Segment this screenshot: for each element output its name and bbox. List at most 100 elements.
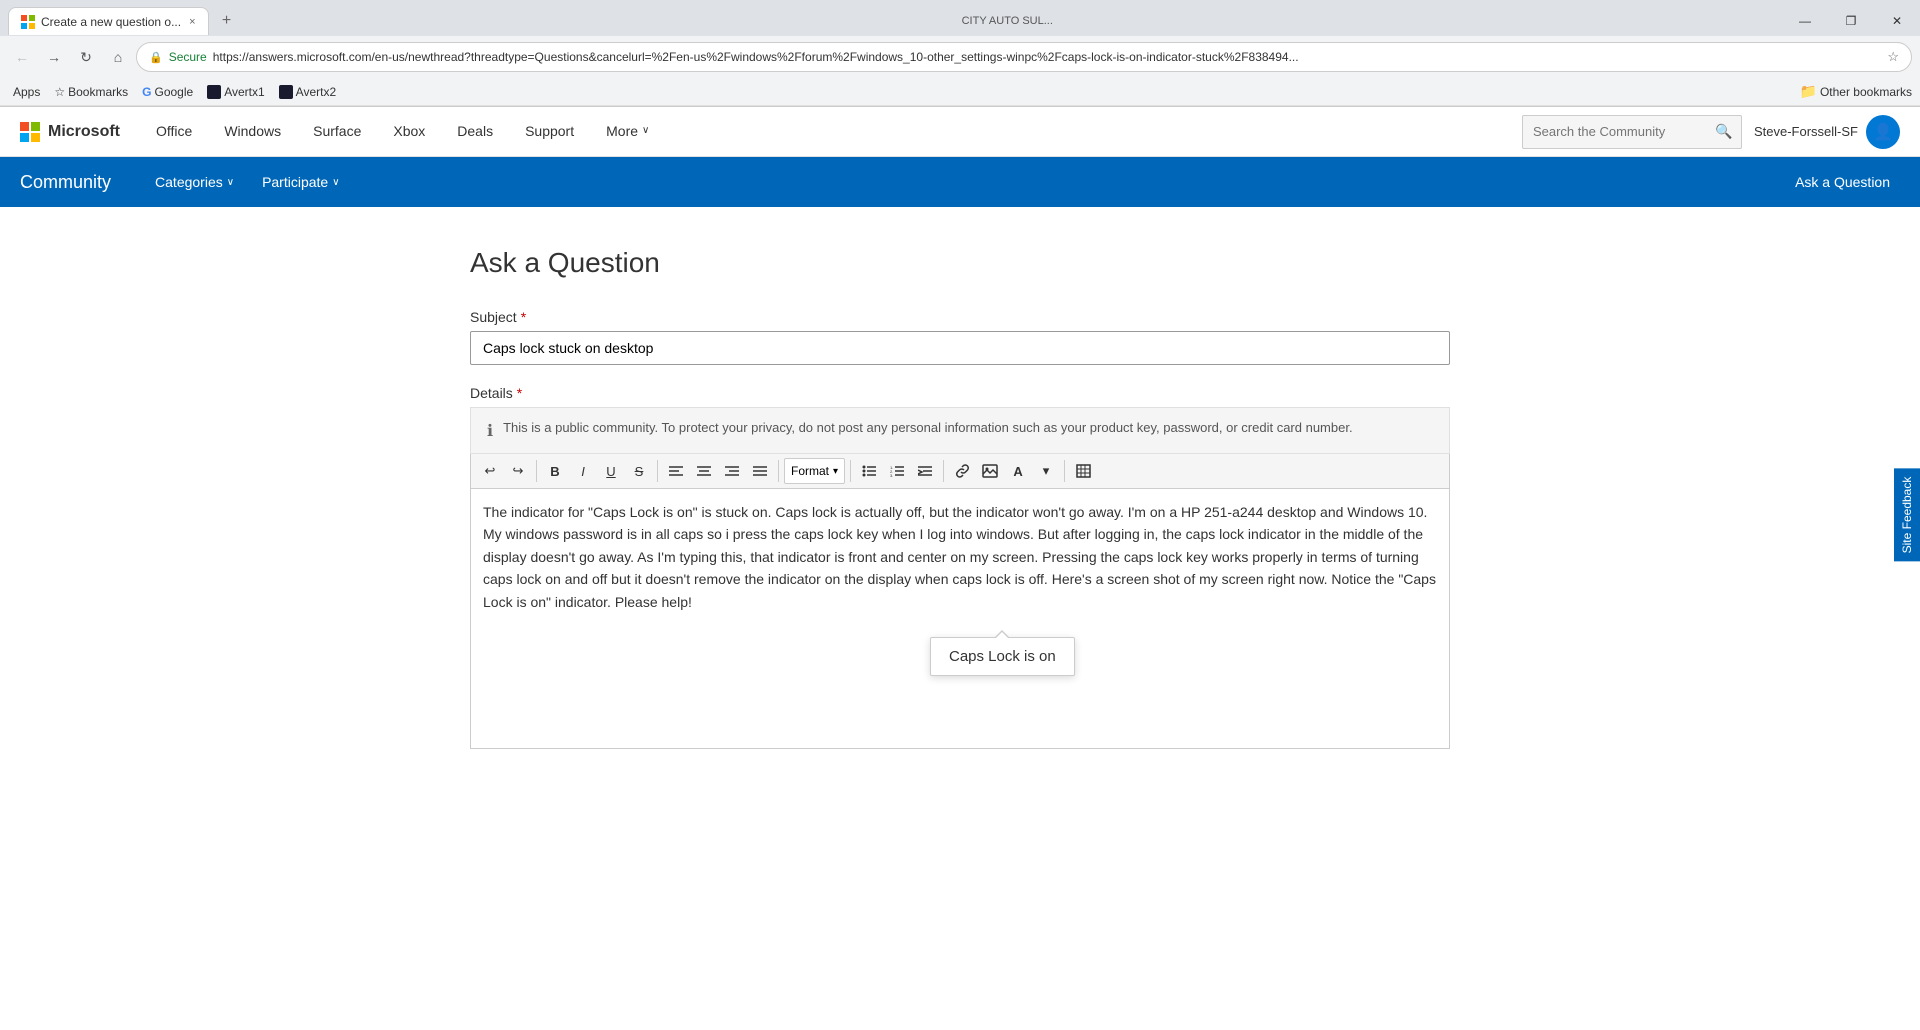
categories-nav[interactable]: Categories ∨	[141, 157, 248, 207]
close-button[interactable]: ✕	[1874, 7, 1920, 35]
refresh-button[interactable]: ↻	[72, 43, 100, 71]
subject-required-marker: *	[521, 309, 526, 325]
bold-button[interactable]: B	[542, 458, 568, 484]
page-title: Ask a Question	[470, 247, 1450, 279]
bookmark-star-icon[interactable]: ☆	[1887, 49, 1899, 65]
back-button[interactable]: ←	[8, 43, 36, 71]
search-input[interactable]	[1533, 124, 1709, 139]
toolbar-separator-5	[943, 460, 944, 482]
unordered-list-button[interactable]	[856, 458, 882, 484]
undo-button[interactable]: ↩	[477, 458, 503, 484]
address-bar[interactable]: 🔒 Secure https://answers.microsoft.com/e…	[136, 42, 1912, 72]
strikethrough-button[interactable]: S	[626, 458, 652, 484]
ask-question-button[interactable]: Ask a Question	[1785, 157, 1900, 207]
community-bar: Community Categories ∨ Participate ∨ Ask…	[0, 157, 1920, 207]
redo-button[interactable]: ↪	[505, 458, 531, 484]
nav-windows[interactable]: Windows	[208, 107, 297, 157]
format-dropdown[interactable]: Format ▾	[784, 458, 845, 484]
participate-nav[interactable]: Participate ∨	[248, 157, 353, 207]
new-tab-button[interactable]: +	[213, 7, 241, 35]
ms-logo-grid	[20, 122, 40, 142]
format-label: Format	[791, 464, 829, 478]
toolbar-separator-3	[778, 460, 779, 482]
categories-label: Categories	[155, 174, 223, 190]
avertx1-label: Avertx1	[224, 85, 264, 99]
tab-favicon	[21, 15, 35, 29]
google-label: Google	[155, 85, 194, 99]
username-label: Steve-Forssell-SF	[1754, 124, 1858, 139]
site-feedback-label: Site Feedback	[1900, 477, 1914, 554]
other-bookmarks[interactable]: 📁 Other bookmarks	[1800, 83, 1912, 100]
logo-sq-red	[20, 122, 29, 131]
tab-close-button[interactable]: ×	[189, 16, 195, 28]
bookmark-apps[interactable]: Apps	[8, 83, 45, 101]
bookmark-bookmarks[interactable]: ☆ Bookmarks	[49, 83, 133, 101]
ms-logo[interactable]: Microsoft	[20, 122, 120, 142]
site-feedback-container: Site Feedback	[1894, 469, 1920, 562]
logo-sq-blue	[20, 133, 29, 142]
nav-surface[interactable]: Surface	[297, 107, 377, 157]
details-section: Details * ℹ This is a public community. …	[470, 385, 1450, 749]
bookmarks-bar: Apps ☆ Bookmarks G Google Avertx1 Avertx…	[0, 78, 1920, 106]
participate-label: Participate	[262, 174, 328, 190]
bookmark-google[interactable]: G Google	[137, 83, 198, 101]
user-avatar[interactable]: 👤	[1866, 115, 1900, 149]
align-center-button[interactable]	[691, 458, 717, 484]
tooltip-arrow	[994, 630, 1010, 638]
search-box[interactable]: 🔍	[1522, 115, 1742, 149]
toolbar-separator-6	[1064, 460, 1065, 482]
site-feedback-button[interactable]: Site Feedback	[1894, 469, 1920, 562]
toolbar-separator-4	[850, 460, 851, 482]
table-button[interactable]	[1070, 458, 1096, 484]
ordered-list-button[interactable]: 1.2.3.	[884, 458, 910, 484]
logo-sq-yellow	[31, 133, 40, 142]
nav-office[interactable]: Office	[140, 107, 208, 157]
bookmark-avertx1[interactable]: Avertx1	[202, 83, 269, 101]
indent-button[interactable]	[912, 458, 938, 484]
user-profile[interactable]: Steve-Forssell-SF 👤	[1754, 115, 1900, 149]
align-left-button[interactable]	[663, 458, 689, 484]
strikethrough-label: S	[635, 464, 644, 479]
minimize-button[interactable]: —	[1782, 7, 1828, 35]
caps-lock-tooltip: Caps Lock is on	[930, 637, 1075, 676]
nav-support[interactable]: Support	[509, 107, 590, 157]
home-button[interactable]: ⌂	[104, 43, 132, 71]
logo-sq-green	[31, 122, 40, 131]
search-icon: 🔍	[1715, 123, 1732, 140]
image-button[interactable]	[977, 458, 1003, 484]
link-button[interactable]	[949, 458, 975, 484]
font-color-button[interactable]: A	[1005, 458, 1031, 484]
subject-input[interactable]	[470, 331, 1450, 365]
avertx2-favicon	[279, 85, 293, 99]
secure-label: Secure	[169, 50, 207, 64]
folder-icon: 📁	[1800, 83, 1817, 100]
italic-button[interactable]: I	[570, 458, 596, 484]
ms-site-header: Microsoft Office Windows Surface Xbox De…	[0, 107, 1920, 157]
avatar-icon: 👤	[1873, 122, 1893, 142]
nav-xbox[interactable]: Xbox	[377, 107, 441, 157]
tab-title: Create a new question o...	[41, 15, 181, 29]
editor-toolbar: ↩ ↪ B I U S	[470, 454, 1450, 489]
browser-chrome: Create a new question o... × + CITY AUTO…	[0, 0, 1920, 107]
secure-icon: 🔒	[149, 51, 163, 64]
browser-toolbar: ← → ↻ ⌂ 🔒 Secure https://answers.microso…	[0, 36, 1920, 78]
svg-text:3.: 3.	[890, 473, 893, 477]
maximize-button[interactable]: ❐	[1828, 7, 1874, 35]
forward-button[interactable]: →	[40, 43, 68, 71]
bookmark-avertx2[interactable]: Avertx2	[274, 83, 341, 101]
details-required-marker: *	[517, 385, 522, 401]
nav-more[interactable]: More ∨	[590, 107, 665, 157]
align-right-button[interactable]	[719, 458, 745, 484]
editor-body[interactable]: The indicator for "Caps Lock is on" is s…	[470, 489, 1450, 749]
nav-deals[interactable]: Deals	[441, 107, 509, 157]
align-justify-button[interactable]	[747, 458, 773, 484]
google-favicon: G	[142, 85, 151, 99]
active-tab[interactable]: Create a new question o... ×	[8, 7, 209, 35]
bookmarks-label: Bookmarks	[68, 85, 128, 99]
more-arrow-icon: ∨	[642, 125, 649, 136]
community-title: Community	[20, 172, 111, 193]
other-bookmarks-label: Other bookmarks	[1820, 85, 1912, 99]
info-icon: ℹ	[487, 421, 493, 441]
more-options-button[interactable]: ▾	[1033, 458, 1059, 484]
underline-button[interactable]: U	[598, 458, 624, 484]
